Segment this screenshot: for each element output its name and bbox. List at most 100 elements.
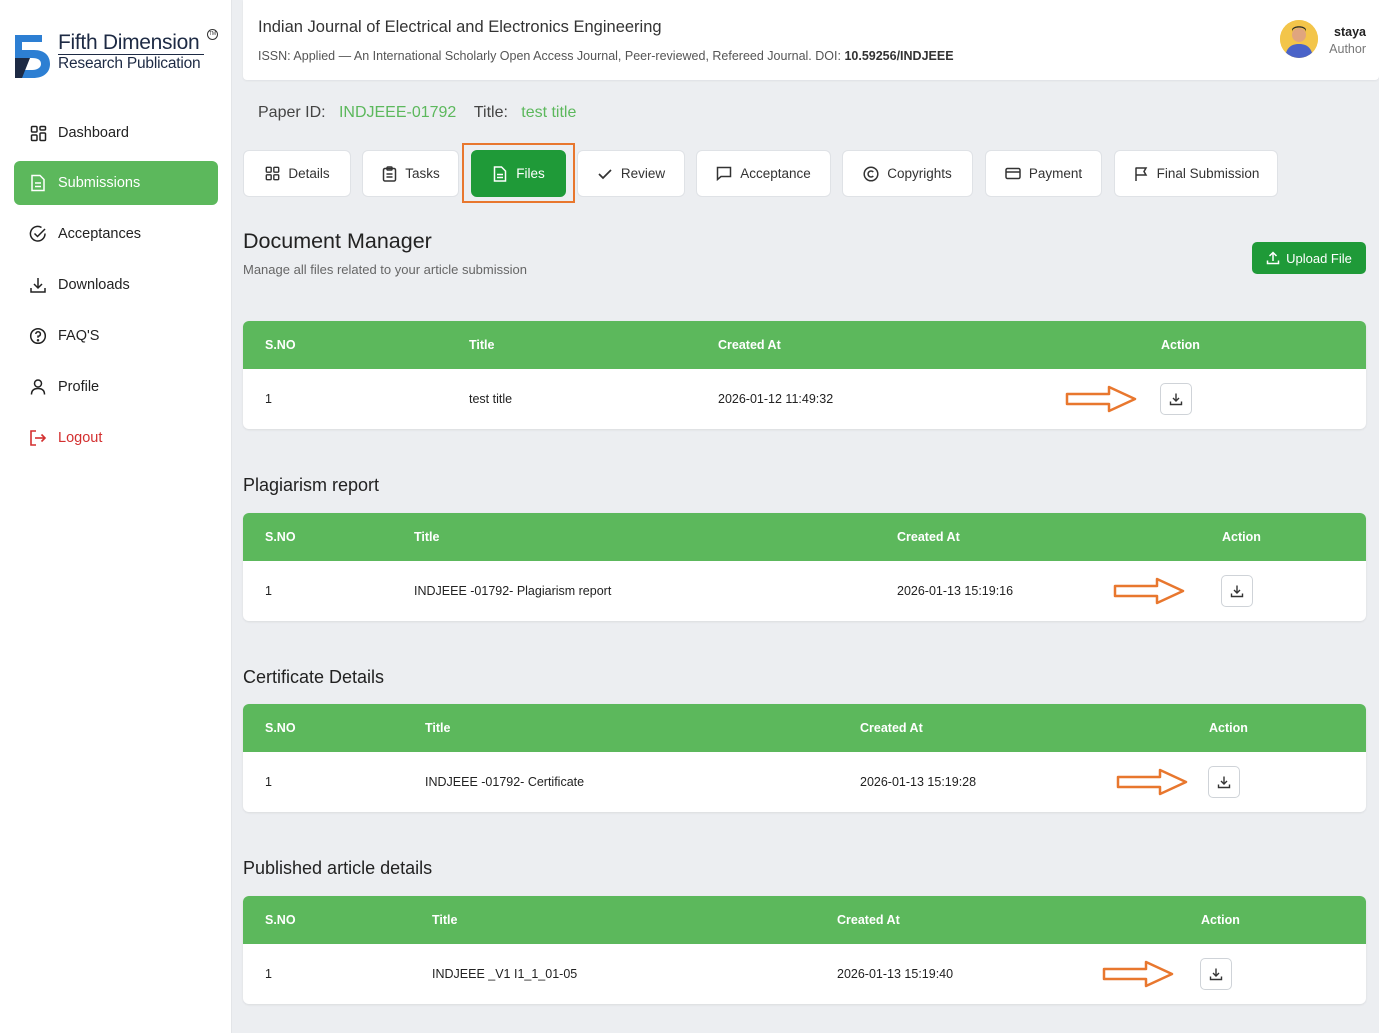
published-article-table: S.NO Title Created At Action 1 INDJEEE _… bbox=[243, 896, 1366, 1004]
sidebar-item-dashboard[interactable]: Dashboard bbox=[14, 111, 218, 155]
download-icon bbox=[1230, 585, 1244, 598]
sidebar-item-label: Logout bbox=[58, 430, 103, 446]
upload-icon bbox=[1266, 251, 1280, 265]
row-title: INDJEEE -01792- Certificate bbox=[425, 775, 585, 789]
user-role: Author bbox=[1329, 42, 1366, 56]
column-title: Title bbox=[425, 721, 451, 735]
sidebar-item-submissions[interactable]: Submissions bbox=[14, 161, 218, 205]
journal-header: Indian Journal of Electrical and Electro… bbox=[243, 0, 1379, 80]
clipboard-icon bbox=[381, 165, 397, 182]
arrow-annotation-icon bbox=[1116, 768, 1188, 796]
row-title: INDJEEE _V1 I1_1_01-05 bbox=[432, 967, 578, 981]
sidebar-item-logout[interactable]: Logout bbox=[14, 416, 218, 460]
table-header: S.NO Title Created At Action bbox=[243, 321, 1366, 369]
journal-title: Indian Journal of Electrical and Electro… bbox=[258, 18, 662, 36]
document-icon bbox=[28, 173, 48, 193]
upload-file-button[interactable]: Upload File bbox=[1252, 242, 1366, 274]
user-name: staya bbox=[1334, 25, 1366, 39]
table-header: S.NO Title Created At Action bbox=[243, 896, 1366, 944]
row-created-at: 2026-01-13 15:19:16 bbox=[897, 584, 1014, 598]
tab-details[interactable]: Details bbox=[243, 150, 351, 197]
document-manager-subtitle: Manage all files related to your article… bbox=[243, 262, 527, 277]
table-header: S.NO Title Created At Action bbox=[243, 704, 1366, 752]
sidebar-item-downloads[interactable]: Downloads bbox=[14, 263, 218, 307]
download-button[interactable] bbox=[1160, 383, 1192, 415]
row-sno: 1 bbox=[265, 775, 272, 789]
download-button[interactable] bbox=[1221, 575, 1253, 607]
row-sno: 1 bbox=[265, 392, 272, 406]
card-icon bbox=[1005, 166, 1021, 182]
column-action: Action bbox=[1161, 338, 1200, 352]
plagiarism-table: S.NO Title Created At Action 1 INDJEEE -… bbox=[243, 513, 1366, 621]
brand-line-1: Fifth Dimension bbox=[58, 31, 200, 54]
tab-label: Payment bbox=[1028, 166, 1083, 181]
logo-mark-icon bbox=[15, 35, 50, 78]
sidebar-item-profile[interactable]: Profile bbox=[14, 365, 218, 409]
journal-doi: 10.59256/INDJEEE bbox=[844, 49, 954, 63]
column-created-at: Created At bbox=[897, 530, 960, 544]
help-circle-icon bbox=[28, 326, 48, 346]
document-manager-title: Document Manager bbox=[243, 229, 432, 253]
column-sno: S.NO bbox=[265, 338, 296, 352]
tab-tasks[interactable]: Tasks bbox=[362, 150, 459, 197]
sidebar-item-faqs[interactable]: FAQ'S bbox=[14, 314, 218, 358]
column-title: Title bbox=[414, 530, 440, 544]
section-title-published-article: Published article details bbox=[243, 858, 433, 878]
download-button[interactable] bbox=[1200, 958, 1232, 990]
row-title: test title bbox=[469, 392, 513, 406]
download-icon bbox=[1209, 968, 1223, 981]
sidebar: Fifth Dimension Research Publication TM … bbox=[0, 0, 232, 1033]
tab-label: Acceptance bbox=[740, 166, 811, 181]
row-created-at: 2026-01-12 11:49:32 bbox=[718, 392, 834, 406]
tab-files[interactable]: Files bbox=[471, 150, 566, 197]
logout-icon bbox=[28, 428, 48, 448]
avatar-image-icon bbox=[1280, 20, 1318, 58]
tab-acceptance[interactable]: Acceptance bbox=[696, 150, 831, 197]
column-sno: S.NO bbox=[265, 721, 296, 735]
row-sno: 1 bbox=[265, 584, 272, 598]
tab-review[interactable]: Review bbox=[577, 150, 685, 197]
paper-id-label: Paper ID: bbox=[258, 104, 326, 121]
files-table: S.NO Title Created At Action 1 test titl… bbox=[243, 321, 1366, 429]
sidebar-item-label: Downloads bbox=[58, 277, 130, 293]
paper-id-value: INDJEEE-01792 bbox=[338, 104, 457, 121]
arrow-annotation-icon bbox=[1065, 385, 1137, 413]
row-title: INDJEEE -01792- Plagiarism report bbox=[414, 584, 612, 598]
tab-copyrights[interactable]: Copyrights bbox=[842, 150, 973, 197]
journal-subtitle: ISSN: Applied — An International Scholar… bbox=[258, 49, 954, 63]
tab-label: Review bbox=[620, 166, 666, 181]
download-icon bbox=[1169, 393, 1183, 406]
journal-description: ISSN: Applied — An International Scholar… bbox=[258, 49, 841, 63]
check-icon bbox=[597, 166, 613, 182]
tab-label: Files bbox=[516, 166, 545, 181]
sidebar-item-acceptances[interactable]: Acceptances bbox=[14, 212, 218, 256]
tab-label: Copyrights bbox=[887, 166, 952, 181]
avatar[interactable] bbox=[1280, 20, 1318, 58]
row-sno: 1 bbox=[265, 967, 272, 981]
row-created-at: 2026-01-13 15:19:40 bbox=[837, 967, 954, 981]
row-created-at: 2026-01-13 15:19:28 bbox=[860, 775, 977, 789]
tab-label: Final Submission bbox=[1156, 166, 1260, 181]
download-icon bbox=[1217, 776, 1231, 789]
brand-logo[interactable]: Fifth Dimension Research Publication TM bbox=[12, 28, 222, 84]
column-action: Action bbox=[1201, 913, 1240, 927]
tab-label: Details bbox=[288, 166, 330, 181]
download-icon bbox=[28, 275, 48, 295]
grid-icon bbox=[28, 123, 48, 143]
section-title-plagiarism: Plagiarism report bbox=[243, 475, 380, 495]
tab-label: Tasks bbox=[405, 166, 440, 181]
column-sno: S.NO bbox=[265, 530, 296, 544]
sidebar-item-label: Acceptances bbox=[58, 226, 142, 242]
trademark-badge: TM bbox=[207, 29, 218, 40]
check-circle-icon bbox=[28, 224, 48, 244]
copyright-icon bbox=[863, 165, 879, 182]
column-title: Title bbox=[432, 913, 458, 927]
file-icon bbox=[492, 165, 508, 182]
tab-payment[interactable]: Payment bbox=[985, 150, 1102, 197]
arrow-annotation-icon bbox=[1113, 577, 1185, 605]
column-action: Action bbox=[1209, 721, 1248, 735]
tab-final-submission[interactable]: Final Submission bbox=[1114, 150, 1278, 197]
arrow-annotation-icon bbox=[1102, 960, 1174, 988]
brand-line-2: Research Publication bbox=[58, 55, 201, 72]
download-button[interactable] bbox=[1208, 766, 1240, 798]
